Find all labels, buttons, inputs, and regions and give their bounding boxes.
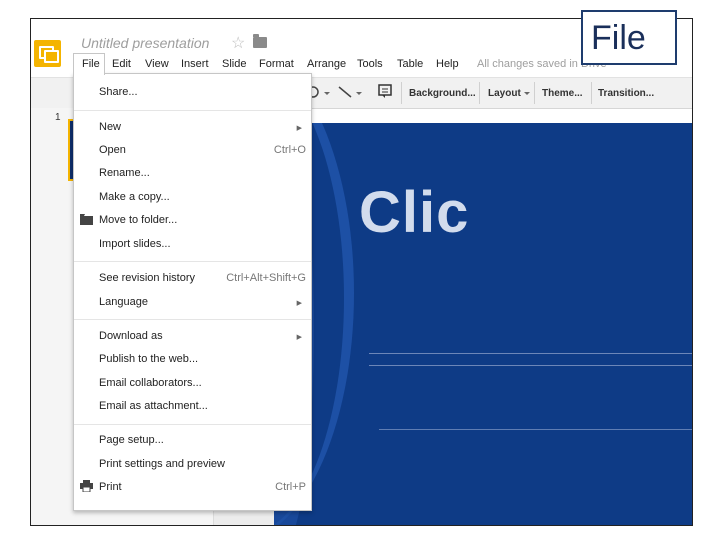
slide-title-placeholder[interactable]: Clic [359,179,469,246]
callout-label: File [591,19,646,57]
menu-item-page-setup[interactable]: Page setup... [99,434,164,446]
menu-item-import-slides[interactable]: Import slides... [99,238,171,250]
menu-item-print[interactable]: Print [99,481,122,493]
slide-canvas[interactable] [274,123,692,525]
background-button[interactable]: Background... [409,88,476,99]
menu-table[interactable]: Table [397,58,423,70]
menu-file[interactable]: File [82,58,100,70]
menu-item-publish[interactable]: Publish to the web... [99,353,198,365]
menu-item-rename[interactable]: Rename... [99,167,150,179]
document-title[interactable]: Untitled presentation [81,35,209,51]
comment-icon[interactable] [377,83,393,99]
menu-item-make-copy[interactable]: Make a copy... [99,191,170,203]
transition-button[interactable]: Transition... [598,88,654,99]
menu-view[interactable]: View [145,58,169,70]
star-icon[interactable]: ☆ [231,33,245,53]
shortcut-open: Ctrl+O [273,144,306,156]
shortcut-print: Ctrl+P [275,481,306,493]
theme-button[interactable]: Theme... [542,88,583,99]
slide-divider [369,353,692,354]
submenu-arrow-icon: ▶ [296,334,302,341]
menu-tools[interactable]: Tools [357,58,383,70]
menu-item-share[interactable]: Share... [99,86,138,98]
menu-item-language[interactable]: Language [99,296,148,308]
app-window: Untitled presentation ☆ File Edit View I… [30,18,693,526]
line-icon[interactable] [337,84,353,100]
menu-item-email-collaborators[interactable]: Email collaborators... [99,377,202,389]
print-icon [80,480,93,492]
folder-icon[interactable] [253,34,267,48]
menu-insert[interactable]: Insert [181,58,209,70]
layout-button[interactable]: Layout [488,88,521,99]
file-menu-dropdown: Share... New ▶ Open Ctrl+O Rename... Mak… [73,73,312,511]
menu-slide[interactable]: Slide [222,58,246,70]
menu-item-print-settings[interactable]: Print settings and preview [99,458,225,470]
menu-item-move-to-folder[interactable]: Move to folder... [99,214,177,226]
menu-format[interactable]: Format [259,58,294,70]
submenu-arrow-icon: ▶ [296,125,302,132]
menu-edit[interactable]: Edit [112,58,131,70]
slides-logo-icon[interactable] [34,40,61,67]
menu-item-new[interactable]: New [99,121,121,133]
submenu-arrow-icon: ▶ [296,300,302,307]
menu-help[interactable]: Help [436,58,459,70]
chevron-down-icon[interactable] [324,92,330,96]
callout-label-box: File [581,10,677,65]
menu-item-email-attachment[interactable]: Email as attachment... [99,400,208,412]
menu-item-download-as[interactable]: Download as [99,330,163,342]
menu-item-open[interactable]: Open [99,144,126,156]
slide-divider [379,429,692,430]
slide-number: 1 [55,112,61,123]
chevron-down-icon[interactable] [524,92,530,96]
shortcut-revision-history: Ctrl+Alt+Shift+G [226,272,306,284]
menu-item-revision-history[interactable]: See revision history [99,272,195,284]
chevron-down-icon[interactable] [356,92,362,96]
menu-arrange[interactable]: Arrange [307,58,346,70]
folder-icon [80,214,93,225]
slide-divider [369,365,692,366]
